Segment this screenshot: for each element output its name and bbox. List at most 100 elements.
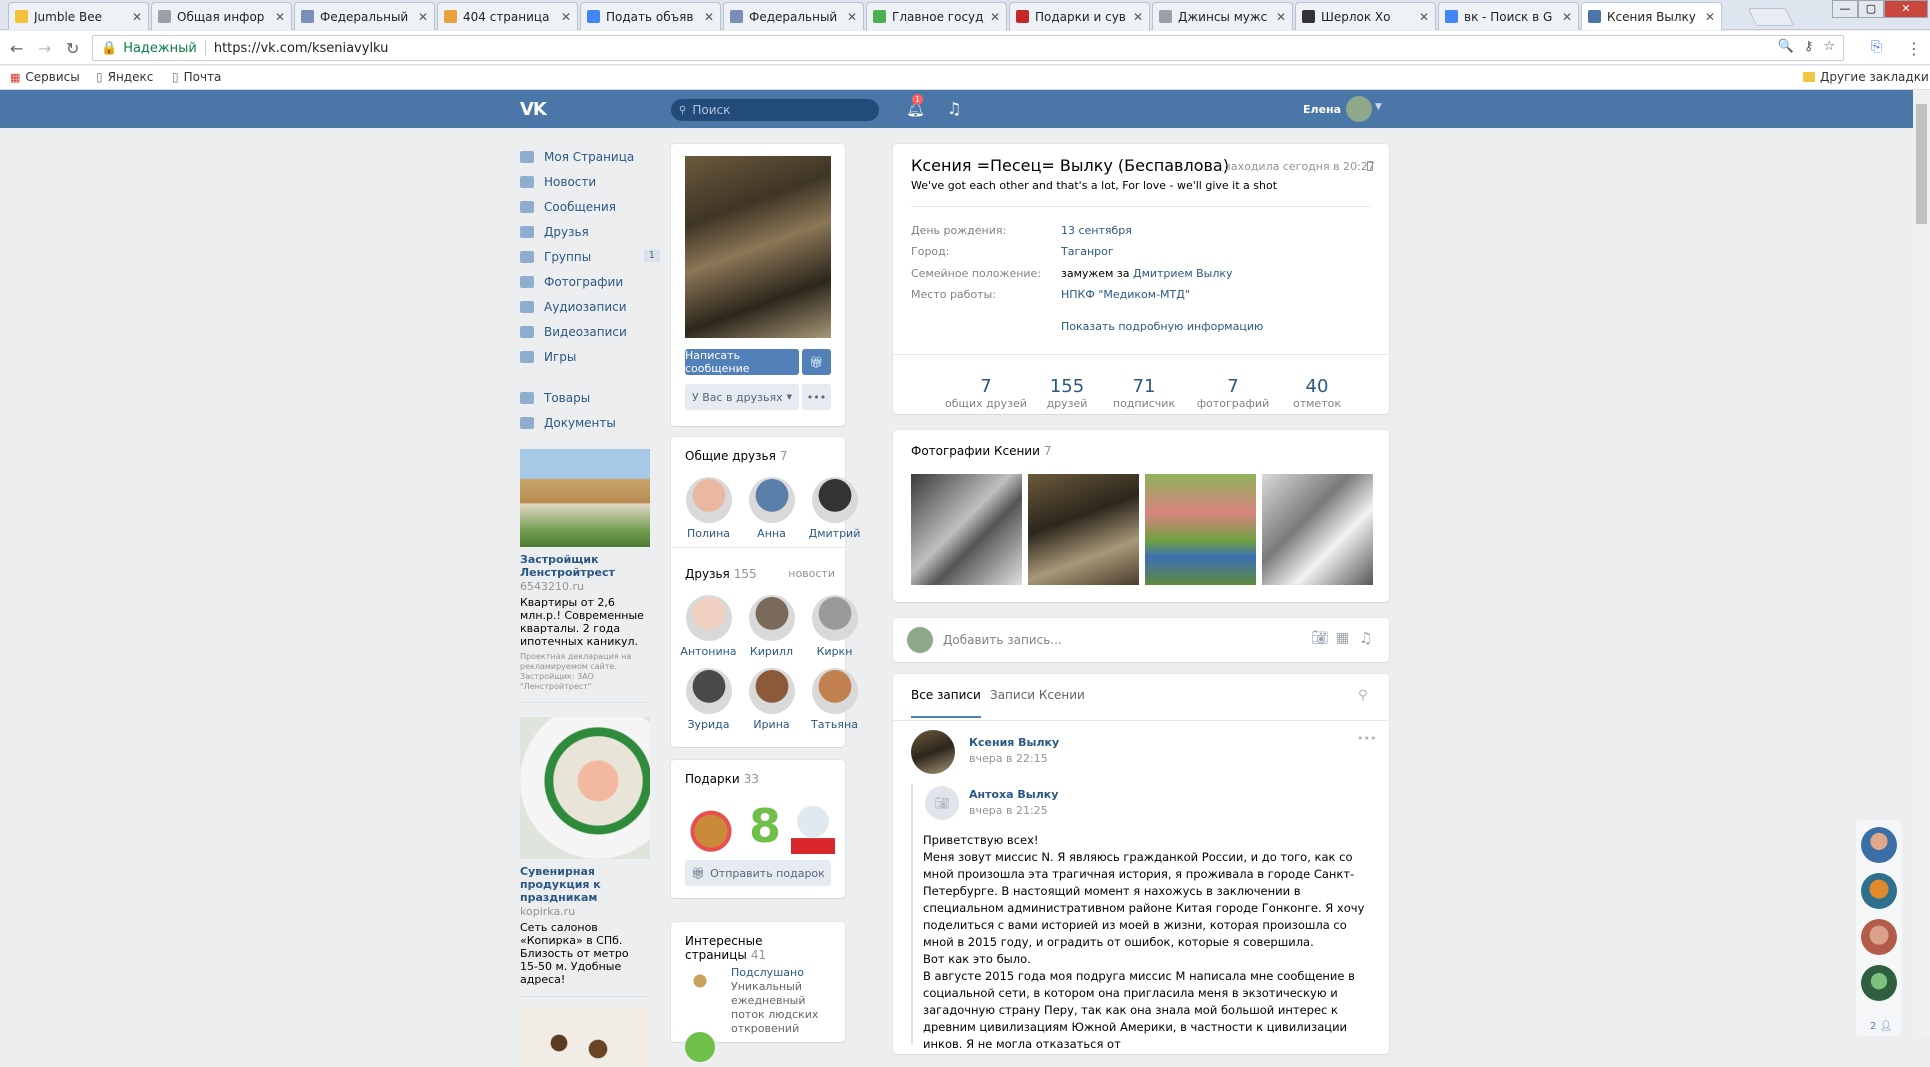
friend-name[interactable]: Ирина <box>740 718 803 731</box>
tab-all-posts[interactable]: Все записи <box>911 688 981 718</box>
friend-name[interactable]: Киркн <box>803 645 866 658</box>
post-time[interactable]: вчера в 22:15 <box>969 752 1048 765</box>
avatar[interactable] <box>811 477 858 523</box>
bookmark-apps[interactable]: ▦ Сервисы <box>10 70 80 84</box>
gift-item[interactable] <box>791 800 835 854</box>
url-text[interactable]: https://vk.com/kseniavylku <box>214 41 389 56</box>
avatar[interactable] <box>911 730 955 774</box>
sidebar-item[interactable]: Друзья <box>520 219 660 244</box>
friends-news-link[interactable]: новости <box>788 567 835 580</box>
avatar[interactable] <box>748 477 795 523</box>
browser-tab[interactable]: Ксения Вылку ✕ <box>1581 2 1722 30</box>
search-input[interactable] <box>692 103 863 117</box>
friend-item[interactable]: Татьяна <box>803 668 866 731</box>
avatar[interactable] <box>748 595 795 641</box>
photos-title[interactable]: Фотографии Ксении <box>911 444 1040 458</box>
friend-item[interactable]: Анна <box>740 477 803 540</box>
avatar[interactable] <box>1346 96 1372 122</box>
friend-name[interactable]: Анна <box>740 527 803 540</box>
friend-name[interactable]: Полина <box>677 527 740 540</box>
user-name[interactable]: Елена <box>1303 103 1341 116</box>
more-icon[interactable]: ••• <box>1357 732 1376 745</box>
page-avatar[interactable] <box>685 966 715 996</box>
browser-tab[interactable]: 404 страница ✕ <box>437 2 578 30</box>
write-message-button[interactable]: Написать сообщение <box>685 349 799 375</box>
browser-tab[interactable]: Подать объяв ✕ <box>580 2 721 30</box>
close-tab-icon[interactable]: ✕ <box>990 10 1000 24</box>
chat-avatar[interactable] <box>1861 827 1897 863</box>
sidebar-item[interactable]: Видеозаписи <box>520 319 660 344</box>
sidebar-item[interactable]: Игры <box>520 344 660 369</box>
gift-item[interactable]: 8 <box>745 800 785 852</box>
browser-tab[interactable]: Jumble Bee ✕ <box>8 2 149 30</box>
chat-avatar[interactable] <box>1861 965 1897 1001</box>
more-actions-button[interactable]: ••• <box>802 384 831 410</box>
close-tab-icon[interactable]: ✕ <box>1419 10 1429 24</box>
sidebar-item[interactable]: Документы <box>520 410 660 435</box>
friend-item[interactable]: Кирилл <box>740 595 803 658</box>
zoom-icon[interactable]: 🔍 <box>1778 39 1794 54</box>
ad-image[interactable] <box>520 1007 650 1067</box>
send-gift-button[interactable]: 🎁︎ Отправить подарок <box>685 860 831 886</box>
browser-tab[interactable]: вк - Поиск в G ✕ <box>1438 2 1579 30</box>
profile-stat[interactable]: 40 отметок <box>1267 376 1367 410</box>
new-tab-button[interactable] <box>1747 8 1795 26</box>
camera-icon[interactable]: 📷︎ <box>1311 630 1329 646</box>
friends-title[interactable]: Друзья <box>685 567 730 581</box>
sidebar-item[interactable]: Сообщения <box>520 194 660 219</box>
avatar[interactable] <box>685 595 732 641</box>
forward-icon[interactable]: → <box>38 39 51 58</box>
gift-button[interactable]: 🎁︎ <box>802 349 831 375</box>
key-icon[interactable]: ⚷ <box>1804 39 1814 54</box>
ad-block[interactable]: Застройщик Ленстройтрест 6543210.ru Квар… <box>520 449 650 692</box>
reload-icon[interactable]: ↻ <box>66 39 79 58</box>
avatar[interactable] <box>685 477 732 523</box>
browser-tab[interactable]: Джинсы мужс ✕ <box>1152 2 1293 30</box>
ad-block[interactable]: Сувенирная продукция к праздникам kopirk… <box>520 717 650 986</box>
browser-tab[interactable]: Шерлок Хо ✕ <box>1295 2 1436 30</box>
spouse-link[interactable]: Дмитрием Вылку <box>1133 267 1233 280</box>
sidebar-item[interactable]: Моя Страница <box>520 144 660 169</box>
avatar[interactable] <box>811 668 858 714</box>
page-avatar[interactable] <box>685 1032 715 1062</box>
video-icon[interactable]: ▦ <box>1336 630 1349 646</box>
close-tab-icon[interactable]: ✕ <box>132 10 142 24</box>
music-icon[interactable]: ♫ <box>1359 629 1372 647</box>
friend-item[interactable]: Антонина <box>677 595 740 658</box>
close-window-button[interactable]: ✕ <box>1884 0 1928 18</box>
sidebar-item[interactable]: Фотографии <box>520 269 660 294</box>
browser-tab[interactable]: Федеральный ✕ <box>294 2 435 30</box>
browser-tab[interactable]: Главное госуд ✕ <box>866 2 1007 30</box>
chevron-down-icon[interactable]: ▼ <box>1375 102 1382 112</box>
vk-search[interactable]: ⚲ <box>671 99 879 121</box>
translate-icon[interactable]: ⎘ <box>1871 39 1882 55</box>
profile-stat[interactable]: 71 подписчик <box>1094 376 1194 410</box>
ad-title[interactable]: Сувенирная продукция к праздникам <box>520 865 650 904</box>
friend-item[interactable]: Дмитрий <box>803 477 866 540</box>
friend-name[interactable]: Антонина <box>677 645 740 658</box>
sidebar-item[interactable]: Аудиозаписи <box>520 294 660 319</box>
add-post-input[interactable]: Добавить запись... <box>943 633 1062 647</box>
online-count[interactable]: 2 👤︎ <box>1870 1021 1892 1032</box>
profile-status[interactable]: We've got each other and that's a lot, F… <box>911 179 1277 192</box>
avatar[interactable] <box>685 668 732 714</box>
close-tab-icon[interactable]: ✕ <box>1705 10 1715 24</box>
avatar[interactable] <box>748 668 795 714</box>
minimize-button[interactable]: — <box>1832 0 1858 18</box>
friend-item[interactable]: Ирина <box>740 668 803 731</box>
photo-thumb[interactable] <box>1262 474 1373 585</box>
scrollbar-thumb[interactable] <box>1916 104 1927 224</box>
page-name[interactable]: Подслушано <box>731 966 804 979</box>
friends-status-dropdown[interactable]: У Вас в друзьях ▼ <box>685 384 799 410</box>
friend-name[interactable]: Дмитрий <box>803 527 866 540</box>
browser-tab[interactable]: Подарки и сув ✕ <box>1009 2 1150 30</box>
show-more-link[interactable]: Показать подробную информацию <box>1061 320 1263 333</box>
ad-image[interactable] <box>520 717 650 859</box>
common-friends-title[interactable]: Общие друзья <box>685 449 776 463</box>
chat-avatar[interactable] <box>1861 873 1897 909</box>
other-bookmarks[interactable]: Другие закладки <box>1803 70 1929 84</box>
search-icon[interactable]: ⚲ <box>1358 688 1368 703</box>
friend-name[interactable]: Татьяна <box>803 718 866 731</box>
back-icon[interactable]: ← <box>10 39 23 58</box>
avatar[interactable]: 📷︎ <box>925 786 959 820</box>
